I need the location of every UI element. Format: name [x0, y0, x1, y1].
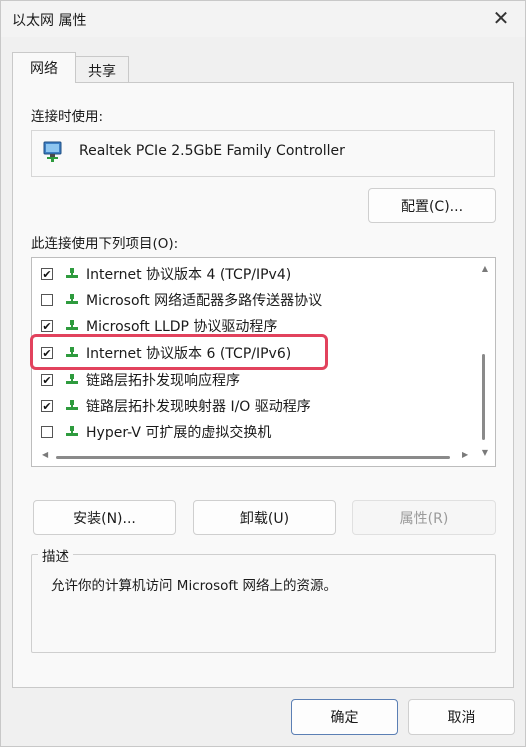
scroll-left-arrow-icon[interactable]: ◀ [42, 450, 48, 459]
network-protocol-icon [66, 400, 78, 410]
item-checkbox[interactable]: ✔ [41, 268, 53, 280]
configure-button-label: 配置(C)... [400, 198, 464, 215]
properties-button[interactable]: 属性(R) [352, 500, 496, 535]
list-item[interactable]: Hyper-V 可扩展的虚拟交换机 [32, 419, 472, 445]
item-label: Microsoft LLDP 协议驱动程序 [86, 319, 278, 335]
item-checkbox[interactable]: ✔ [41, 320, 53, 332]
item-label: Internet 协议版本 4 (TCP/IPv4) [86, 267, 292, 283]
item-label: 链路层拓扑发现响应程序 [86, 373, 240, 389]
description-legend: 描述 [38, 545, 73, 565]
tab-sharing-label: 共享 [88, 63, 116, 80]
configure-button[interactable]: 配置(C)... [368, 188, 496, 223]
adapter-field: Realtek PCIe 2.5GbE Family Controller [31, 130, 495, 177]
item-checkbox[interactable] [41, 426, 53, 438]
ok-button[interactable]: 确定 [291, 699, 398, 735]
tab-network-label: 网络 [30, 61, 58, 77]
description-group [31, 554, 496, 653]
tab-sharing[interactable]: 共享 [75, 56, 129, 84]
uninstall-button[interactable]: 卸载(U) [193, 500, 336, 535]
cancel-button-label: 取消 [447, 710, 476, 726]
network-protocol-icon [66, 426, 78, 436]
network-protocol-icon [66, 320, 78, 330]
connect-using-label: 连接时使用: [31, 109, 104, 125]
items-label: 此连接使用下列项目(O): [31, 236, 179, 252]
network-adapter-icon [43, 141, 62, 162]
uninstall-button-label: 卸载(U) [239, 510, 290, 527]
vertical-scrollbar-thumb[interactable] [482, 354, 485, 440]
item-label: Hyper-V 可扩展的虚拟交换机 [86, 425, 272, 441]
list-item[interactable]: ✔ 链路层拓扑发现映射器 I/O 驱动程序 [32, 393, 472, 419]
description-text: 允许你的计算机访问 Microsoft 网络上的资源。 [51, 578, 338, 594]
tab-network[interactable]: 网络 [12, 52, 76, 83]
install-button[interactable]: 安装(N)... [33, 500, 176, 535]
install-button-label: 安装(N)... [73, 510, 136, 527]
item-label: Microsoft 网络适配器多路传送器协议 [86, 293, 323, 309]
properties-button-label: 属性(R) [399, 510, 449, 527]
list-item[interactable]: Microsoft 网络适配器多路传送器协议 [32, 287, 472, 313]
highlight-annotation [30, 334, 328, 370]
adapter-name: Realtek PCIe 2.5GbE Family Controller [79, 143, 345, 159]
scroll-right-arrow-icon[interactable]: ▶ [462, 450, 468, 459]
network-protocol-icon [66, 268, 78, 278]
item-label: 链路层拓扑发现映射器 I/O 驱动程序 [86, 399, 311, 415]
title-bar[interactable]: 以太网 属性 ✕ [1, 1, 525, 37]
list-item[interactable]: ✔ Internet 协议版本 4 (TCP/IPv4) [32, 261, 472, 287]
properties-dialog: 以太网 属性 ✕ 网络 共享 连接时使用: Realtek PCIe 2.5Gb… [0, 0, 526, 747]
list-item[interactable]: ✔ 链路层拓扑发现响应程序 [32, 367, 472, 393]
close-icon[interactable]: ✕ [483, 1, 519, 35]
window-title: 以太网 属性 [12, 13, 87, 29]
scroll-up-arrow-icon[interactable]: ▲ [482, 264, 488, 273]
cancel-button[interactable]: 取消 [408, 699, 515, 735]
scroll-down-arrow-icon[interactable]: ▼ [482, 448, 488, 457]
item-checkbox[interactable]: ✔ [41, 374, 53, 386]
ok-button-label: 确定 [330, 710, 359, 726]
network-protocol-icon [66, 374, 78, 384]
item-checkbox[interactable] [41, 294, 53, 306]
network-protocol-icon [66, 294, 78, 304]
horizontal-scrollbar-thumb[interactable] [56, 456, 450, 459]
item-checkbox[interactable]: ✔ [41, 400, 53, 412]
